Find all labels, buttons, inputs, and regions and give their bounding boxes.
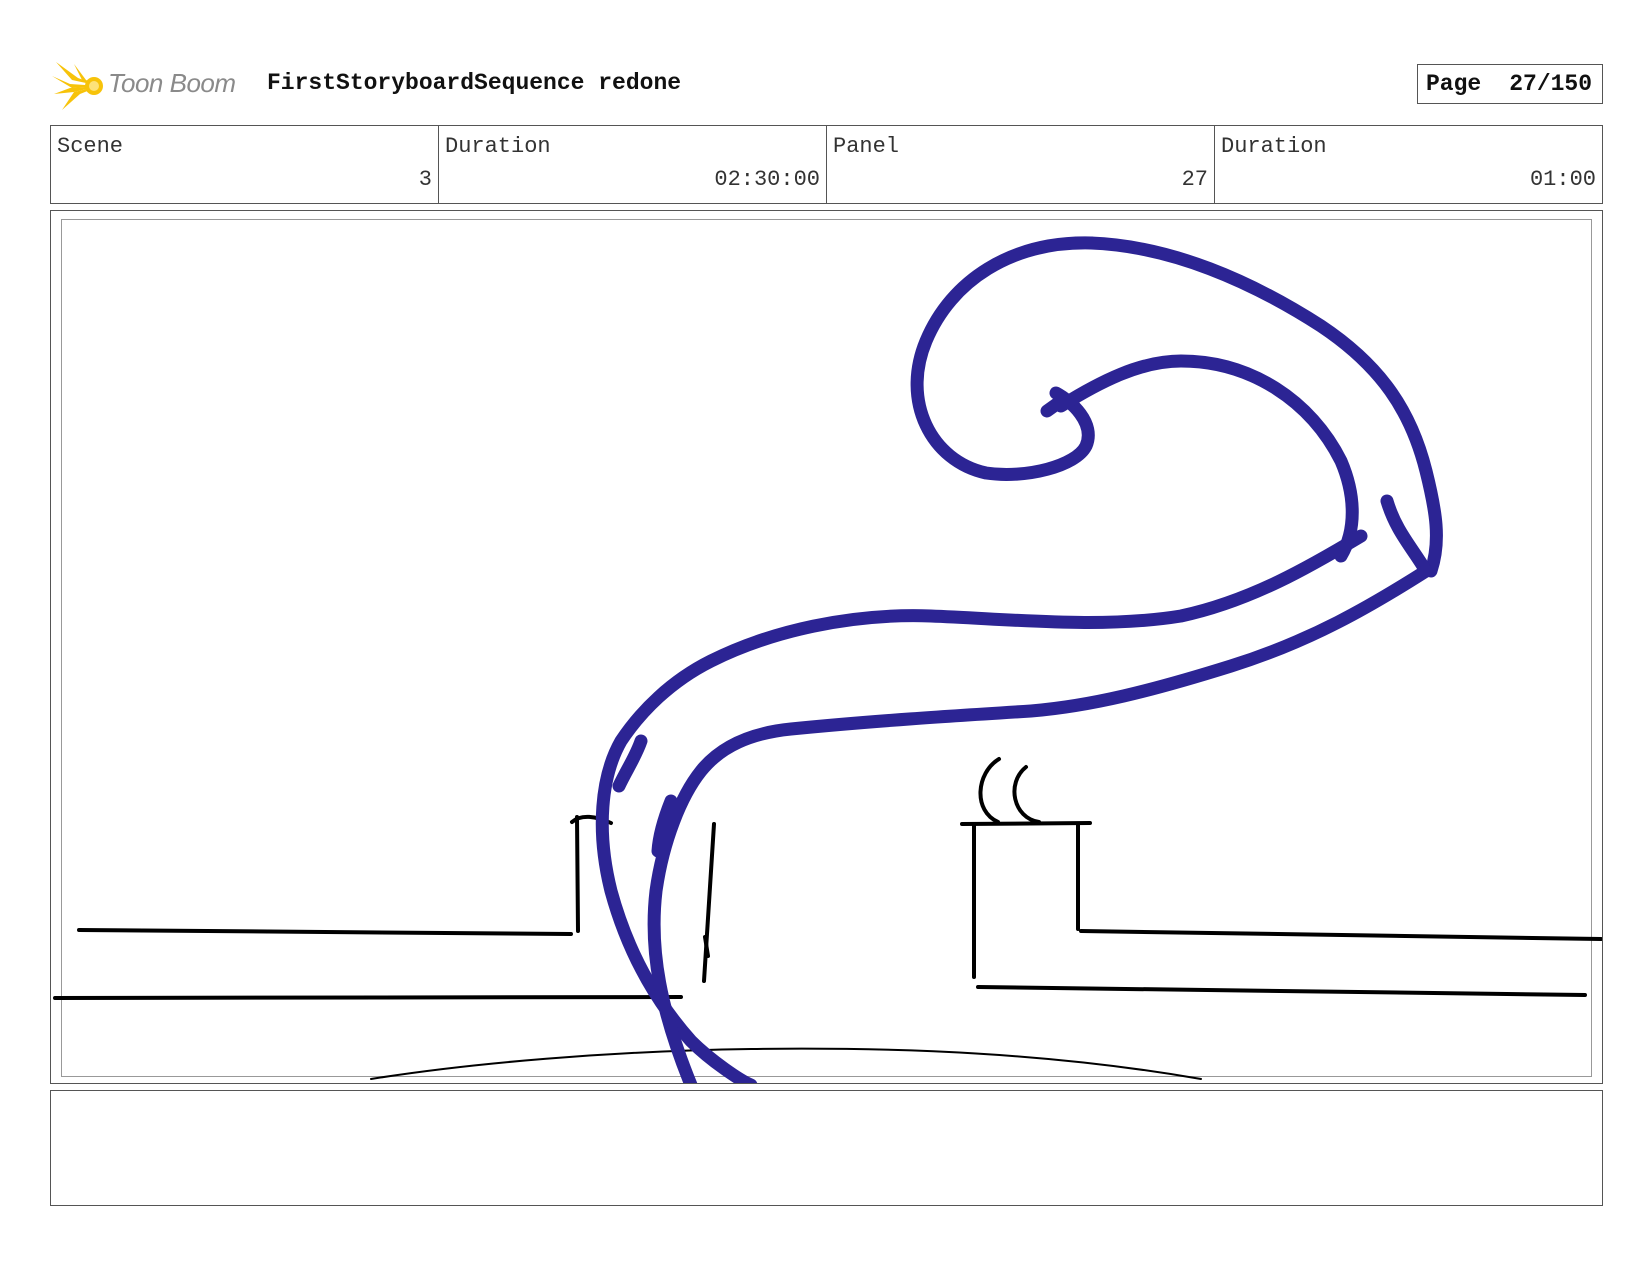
scene-cell: Scene 3	[51, 126, 439, 203]
panel-duration-label: Duration	[1221, 134, 1327, 159]
scene-duration-cell: Duration 02:30:00	[439, 126, 827, 203]
scene-duration-label: Duration	[445, 134, 551, 159]
logo-wordmark: Toon Boom	[108, 68, 236, 98]
panel-notes-box	[50, 1090, 1603, 1206]
panel-info-row: Scene 3 Duration 02:30:00 Panel 27 Durat…	[50, 125, 1603, 204]
page-number: 27/150	[1509, 71, 1593, 97]
page-indicator: Page 27/150	[1417, 64, 1603, 104]
scene-label: Scene	[57, 134, 124, 159]
panel-duration-cell: Duration 01:00	[1215, 126, 1602, 203]
panel-value: 27	[1181, 167, 1208, 192]
star-burst-icon	[52, 62, 103, 110]
tentacle	[595, 236, 1443, 1083]
toon-boom-logo: Toon Boom	[52, 58, 252, 114]
document-title: FirstStoryboardSequence redone	[267, 70, 682, 96]
scene-duration-value: 02:30:00	[714, 167, 820, 192]
scene-value: 3	[418, 167, 432, 192]
storyboard-panel	[50, 210, 1603, 1084]
panel-cell: Panel 27	[827, 126, 1215, 203]
ground-lines	[53, 757, 1602, 1080]
panel-sketch	[53, 236, 1602, 1083]
panel-duration-value: 01:00	[1529, 167, 1596, 192]
panel-label: Panel	[833, 134, 900, 159]
page-label: Page	[1426, 71, 1482, 97]
